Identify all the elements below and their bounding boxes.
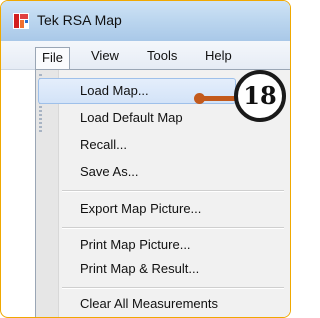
menu-bar: File View Tools Help: [1, 41, 290, 71]
menu-item-load-map[interactable]: Load Map...: [80, 81, 149, 101]
menu-item-clear-all-measurements[interactable]: Clear All Measurements: [80, 294, 218, 314]
menu-help[interactable]: Help: [199, 46, 238, 66]
menu-item-print-map-and-result[interactable]: Print Map & Result...: [80, 259, 199, 279]
title-bar: Tek RSA Map: [1, 1, 290, 41]
menu-item-export-map-picture[interactable]: Export Map Picture...: [80, 199, 201, 219]
menu-item-print-map-picture[interactable]: Print Map Picture...: [80, 235, 191, 255]
menu-tools[interactable]: Tools: [141, 46, 183, 66]
menu-separator: [62, 190, 284, 192]
menu-item-recall[interactable]: Recall...: [80, 135, 127, 155]
callout-number-badge: 18: [234, 70, 286, 122]
callout-leader-dot: [194, 93, 205, 104]
menu-separator: [62, 287, 284, 289]
menu-gutter: [36, 70, 59, 317]
menu-separator: [62, 227, 284, 229]
menu-item-save-as[interactable]: Save As...: [80, 162, 139, 182]
menu-file[interactable]: File: [35, 47, 70, 71]
window-title: Tek RSA Map: [37, 12, 122, 28]
menu-item-load-default-map[interactable]: Load Default Map: [80, 108, 183, 128]
app-logo-icon: [13, 13, 29, 29]
screenshot-frame: Tek RSA Map File View Tools Help Load Ma…: [0, 0, 291, 318]
menu-view[interactable]: View: [85, 46, 125, 66]
